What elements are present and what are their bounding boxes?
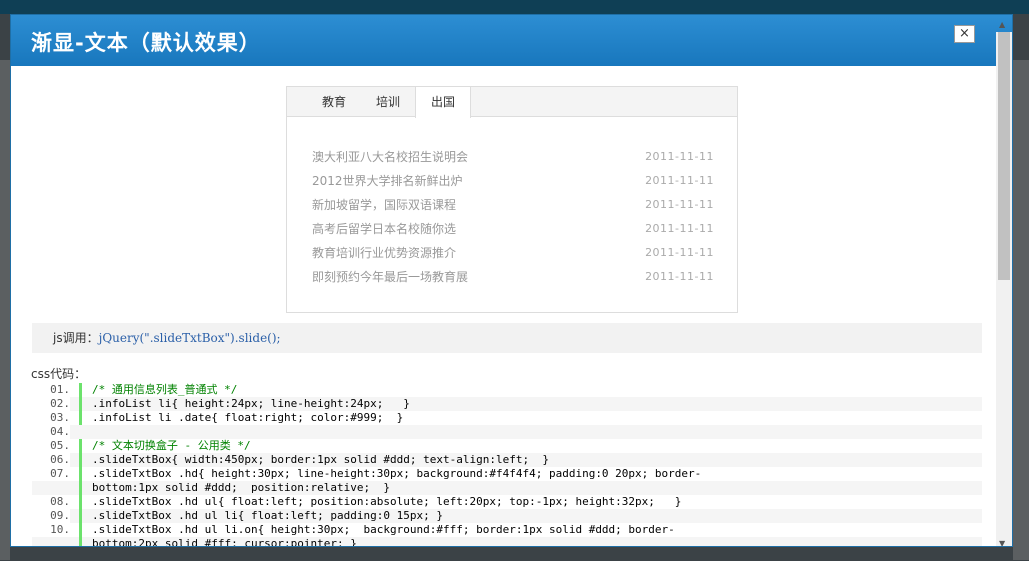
news-title[interactable]: 澳大利亚八大名校招生说明会 [312,150,468,164]
news-list: 澳大利亚八大名校招生说明会 2011-11-11 2012世界大学排名新鲜出炉 … [312,145,714,289]
code-line: 03. .infoList li .date{ float:right; colo… [32,411,982,425]
code-text: .infoList li .date{ float:right; color:#… [79,411,982,425]
code-line: 02. .infoList li{ height:24px; line-heigh… [32,397,982,411]
code-text: bottom:1px solid #ddd; position:relative… [79,481,982,495]
code-text: .slideTxtBox .hd{ height:30px; line-heig… [79,467,982,481]
modal-scrollbar[interactable]: ▲ ▼ [996,20,1012,546]
code-line: 07. .slideTxtBox .hd{ height:30px; line-h… [32,467,982,481]
code-line: 04. [32,425,982,439]
code-line: 08. .slideTxtBox .hd ul{ float:left; posi… [32,495,982,509]
news-title[interactable]: 2012世界大学排名新鲜出炉 [312,174,463,188]
code-line: 06. .slideTxtBox{ width:450px; border:1px… [32,453,982,467]
tab-education[interactable]: 教育 [307,87,361,117]
code-text: .slideTxtBox .hd ul li.on{ height:30px; … [79,523,982,537]
code-text: /* 文本切换盒子 - 公用类 */ [79,439,982,453]
modal-content: 教育 培训 出国 澳大利亚八大名校招生说明会 2011-11-11 2012世界… [11,66,996,546]
code-line: 10. .slideTxtBox .hd ul li.on{ height:30p… [32,523,982,537]
background-header [0,0,1029,14]
news-date: 2011-11-11 [645,150,714,163]
code-line: 05. /* 文本切换盒子 - 公用类 */ [32,439,982,453]
demo-modal: 渐显-文本（默认效果） × 教育 培训 出国 澳大利亚八大名校招生说明会 201… [10,14,1013,547]
code-text: .slideTxtBox .hd ul li{ float:left; padd… [79,509,982,523]
code-text: .slideTxtBox{ width:450px; border:1px so… [79,453,982,467]
code-line: 01. /* 通用信息列表_普通式 */ [32,383,982,397]
line-number: 01. [32,383,70,397]
news-date: 2011-11-11 [645,270,714,283]
news-title[interactable]: 即刻预约今年最后一场教育展 [312,270,468,284]
news-date: 2011-11-11 [645,246,714,259]
code-text: .slideTxtBox .hd ul{ float:left; positio… [79,495,982,509]
scroll-up-arrow-icon[interactable]: ▲ [999,20,1005,29]
news-item[interactable]: 新加坡留学，国际双语课程 2011-11-11 [312,193,714,217]
line-number: 06. [32,453,70,467]
code-text: .infoList li{ height:24px; line-height:2… [79,397,982,411]
slide-text-box: 教育 培训 出国 澳大利亚八大名校招生说明会 2011-11-11 2012世界… [286,86,738,313]
line-number: 09. [32,509,70,523]
code-line: bottom:1px solid #ddd; position:relative… [32,481,982,495]
news-date: 2011-11-11 [645,198,714,211]
code-line: bottom:2px solid #fff; cursor:pointer; } [32,537,982,546]
code-text: /* 通用信息列表_普通式 */ [79,383,982,397]
line-number: 02. [32,397,70,411]
news-date: 2011-11-11 [645,222,714,235]
js-call-bar: js调用：jQuery(".slideTxtBox").slide(); [32,323,982,353]
css-code-block: 01. /* 通用信息列表_普通式 */ 02. .infoList li{ heig… [32,383,982,546]
news-item[interactable]: 高考后留学日本名校随你选 2011-11-11 [312,217,714,241]
js-call-label: js调用： [53,331,99,345]
news-date: 2011-11-11 [645,174,714,187]
line-number: 10. [32,523,70,537]
js-call-code: jQuery(".slideTxtBox").slide(); [98,331,281,345]
code-text: bottom:2px solid #fff; cursor:pointer; } [79,537,982,546]
news-item[interactable]: 即刻预约今年最后一场教育展 2011-11-11 [312,265,714,289]
modal-title: 渐显-文本（默认效果） [31,31,261,55]
close-button[interactable]: × [954,25,975,43]
css-code-label: css代码： [31,367,87,381]
modal-header: 渐显-文本（默认效果） × [11,15,1012,66]
news-title[interactable]: 高考后留学日本名校随你选 [312,222,456,236]
code-line: 09. .slideTxtBox .hd ul li{ float:left; p… [32,509,982,523]
background-right-edge [1013,60,1029,560]
news-title[interactable]: 新加坡留学，国际双语课程 [312,198,456,212]
scroll-thumb[interactable] [998,32,1010,280]
tab-training[interactable]: 培训 [361,87,415,117]
news-item[interactable]: 2012世界大学排名新鲜出炉 2011-11-11 [312,169,714,193]
tab-study-abroad[interactable]: 出国 [415,87,471,118]
background-left-edge [0,60,10,560]
line-number: 04. [32,425,70,439]
news-item[interactable]: 澳大利亚八大名校招生说明会 2011-11-11 [312,145,714,169]
news-item[interactable]: 教育培训行业优势资源推介 2011-11-11 [312,241,714,265]
scroll-down-arrow-icon[interactable]: ▼ [999,539,1005,546]
line-number: 05. [32,439,70,453]
line-number: 08. [32,495,70,509]
line-number: 03. [32,411,70,425]
tab-bar: 教育 培训 出国 [287,87,737,118]
news-title[interactable]: 教育培训行业优势资源推介 [312,246,456,260]
line-number: 07. [32,467,70,481]
